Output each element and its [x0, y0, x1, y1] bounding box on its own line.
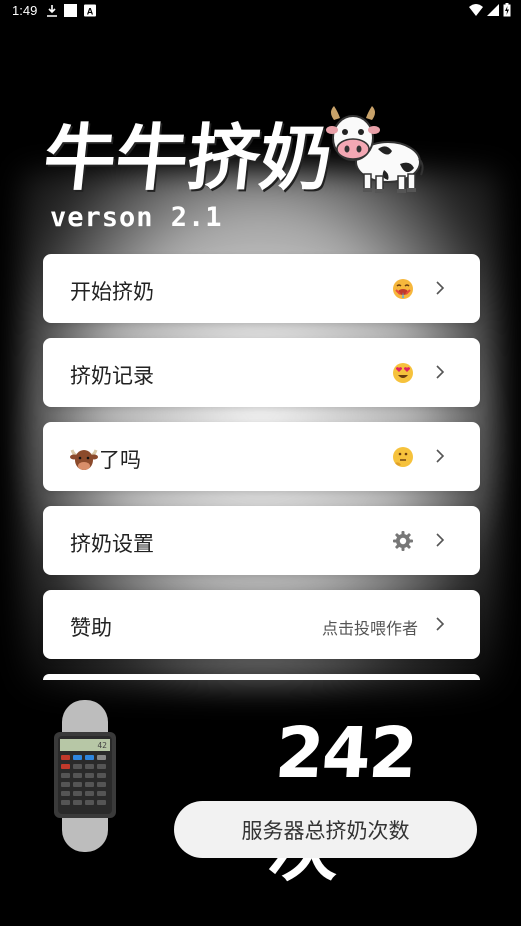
menu-item-sponsor[interactable]: 赞助 点击投喂作者	[43, 590, 480, 659]
menu-item-right-text: 点击投喂作者	[321, 619, 418, 638]
chevron-right-icon	[436, 617, 445, 631]
menu-item-label: 开始挤奶	[70, 280, 154, 304]
download-icon	[47, 5, 57, 17]
svg-text:A: A	[87, 7, 94, 17]
chevron-right-icon	[436, 365, 445, 379]
chevron-right-icon	[436, 449, 445, 463]
status-bar: 1:49 A	[0, 0, 521, 22]
menu-item-label-group: 了吗	[70, 444, 141, 474]
ox-face-icon	[70, 449, 98, 470]
menu-item-label: 了吗	[99, 448, 141, 472]
cellular-icon	[487, 4, 499, 16]
app-title: 牛牛挤奶	[39, 116, 337, 200]
wifi-icon	[469, 4, 483, 16]
battery-charging-icon	[503, 3, 511, 17]
svg-text:42: 42	[97, 741, 107, 750]
app-screen: { "status_bar": { "time": "1:49", "icons…	[0, 0, 521, 926]
menu-item-milking-settings[interactable]: 挤奶设置	[43, 506, 480, 575]
menu-item-milking-records[interactable]: 挤奶记录	[43, 338, 480, 407]
cow-icon	[326, 106, 424, 193]
thinking-face-icon	[393, 447, 413, 467]
menu-item-label: 赞助	[70, 616, 112, 640]
notification-square-icon	[64, 4, 77, 17]
app-a-icon: A	[84, 4, 96, 17]
status-time: 1:49	[12, 3, 38, 18]
menu-item-partial[interactable]	[43, 674, 480, 680]
heart-eyes-face-icon	[393, 363, 413, 383]
count-caption-pill[interactable]: 服务器总挤奶次数	[174, 801, 477, 858]
menu-item-start-milking[interactable]: 开始挤奶	[43, 254, 480, 323]
menu-item-label: 挤奶设置	[70, 532, 154, 556]
drooling-face-icon	[393, 279, 413, 299]
menu-item-ox-question[interactable]: 了吗	[43, 422, 480, 491]
chevron-right-icon	[436, 281, 445, 295]
menu-item-label: 挤奶记录	[70, 364, 154, 388]
count-caption: 服务器总挤奶次数	[241, 818, 410, 843]
gear-icon	[393, 531, 413, 551]
chevron-right-icon	[436, 533, 445, 547]
app-version: verson 2.1	[50, 202, 223, 233]
calculator-watch-icon: 42	[54, 700, 116, 852]
